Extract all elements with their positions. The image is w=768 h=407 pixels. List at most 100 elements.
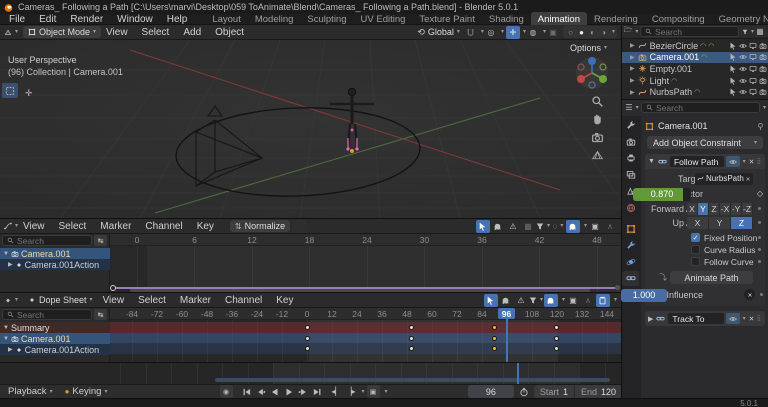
snap-icon[interactable]: ▣ <box>566 294 580 307</box>
expand-icon[interactable]: ▶ <box>630 42 635 49</box>
constraint-enable-eye-icon[interactable] <box>726 156 740 167</box>
menu-view[interactable]: View <box>106 27 128 38</box>
expand-icon[interactable]: ▶ <box>8 261 13 268</box>
options-button[interactable]: Options▾ <box>564 42 613 54</box>
auto-snap-icon[interactable]: ∧ <box>603 220 617 233</box>
checkbox-row-curve-radius[interactable]: Curve Radius <box>691 244 765 255</box>
play-reverse-button[interactable] <box>269 385 281 398</box>
breadcrumb-object[interactable]: Camera.001 <box>658 121 708 131</box>
outliner-item-nurbspath[interactable]: ▶NurbsPath◠ <box>622 86 768 98</box>
next-frame-button[interactable]: ▕▸ <box>345 385 357 398</box>
filter-funnel-icon[interactable]: ▾ <box>529 294 543 307</box>
menu-key[interactable]: Key <box>276 295 293 306</box>
playback-sync-button[interactable]: ▣ <box>367 385 380 398</box>
tab-physics[interactable] <box>622 254 639 269</box>
timeline-scrollbar[interactable] <box>215 378 610 382</box>
keyframe-dot[interactable] <box>492 346 497 351</box>
dope-mode-dropdown[interactable]: Dope Sheet▾ <box>23 294 98 306</box>
start-frame-field[interactable]: Start 1 <box>534 385 574 398</box>
expand-icon[interactable]: ▶ <box>630 77 635 84</box>
keyframe-diamond-icon[interactable]: ◇ <box>757 189 763 198</box>
viewport-visibility-icon[interactable] <box>749 42 757 50</box>
outliner-item-beziercircle[interactable]: ▶BezierCircle◠◠ <box>622 40 768 52</box>
camera-view-icon[interactable] <box>591 131 604 144</box>
axis-option-z[interactable]: Z <box>731 217 753 229</box>
render-visibility-icon[interactable] <box>759 88 767 96</box>
playhead-line[interactable] <box>506 318 508 363</box>
selectable-icon[interactable] <box>729 77 737 85</box>
playback-menu[interactable]: Playback▾ <box>8 386 53 397</box>
offset-factor-slider[interactable]: 0.870 <box>633 188 691 201</box>
current-frame-field[interactable]: 96 <box>468 385 514 398</box>
channel-camera-001[interactable]: ▼Camera.001 <box>0 333 110 344</box>
delete-constraint-icon[interactable] <box>746 155 757 168</box>
properties-search-input[interactable]: Search <box>641 102 760 113</box>
viewport-visibility-icon[interactable] <box>749 53 757 61</box>
editor-type-properties-icon[interactable]: ☰▾ <box>625 101 639 114</box>
menu-marker[interactable]: Marker <box>100 221 131 232</box>
drag-handle-icon[interactable]: ⣿ <box>757 315 762 322</box>
menu-file[interactable]: File <box>9 14 25 25</box>
checkbox[interactable]: ✓ <box>691 233 700 242</box>
axis-option-y[interactable]: Y <box>698 203 709 215</box>
pivot-point-icon[interactable]: ◎ <box>484 26 498 39</box>
render-visibility-icon[interactable] <box>759 65 767 73</box>
filter-funnel-icon[interactable]: ▾ <box>536 220 550 233</box>
animate-dot[interactable] <box>760 293 763 296</box>
render-visibility-icon[interactable] <box>759 42 767 50</box>
next-keyframe-button[interactable] <box>297 385 309 398</box>
keyframe-dot[interactable] <box>409 325 414 330</box>
menu-view[interactable]: View <box>23 221 45 232</box>
menu-marker[interactable]: Marker <box>180 295 211 306</box>
select-box-tool-button[interactable] <box>2 83 18 98</box>
influence-slider[interactable]: 1.000 <box>621 289 667 302</box>
cursor-tool-button[interactable]: ✛ <box>21 86 37 101</box>
channel-filter-toggle[interactable]: ↹ <box>94 309 107 320</box>
animate-dot[interactable] <box>758 207 761 210</box>
channel-camera-001action[interactable]: ▶Camera.001Action <box>0 344 110 355</box>
animate-dot[interactable] <box>758 248 761 251</box>
hide-eye-icon[interactable] <box>739 88 747 96</box>
keyframe-dot[interactable] <box>492 336 497 341</box>
preview-range-stopwatch-icon[interactable] <box>517 385 531 398</box>
auto-snap-icon[interactable]: ∧ <box>581 294 595 307</box>
new-collection-icon[interactable]: ▦ <box>754 25 766 38</box>
end-frame-field[interactable]: End 120 <box>575 385 622 398</box>
pivot-icon[interactable]: ▣ <box>588 220 602 233</box>
perspective-toggle-icon[interactable] <box>591 149 604 162</box>
show-hidden-icon[interactable] <box>499 294 513 307</box>
play-button[interactable] <box>283 385 295 398</box>
keyframe-dot[interactable] <box>305 325 310 330</box>
only-selected-filter-icon[interactable] <box>484 294 498 307</box>
overlays-icon[interactable]: ◍ <box>526 26 540 39</box>
menu-key[interactable]: Key <box>197 221 214 232</box>
menu-help[interactable]: Help <box>167 14 188 25</box>
auto-keyframe-button[interactable]: ◉ <box>220 385 233 398</box>
mode-dropdown[interactable]: Object Mode▾ <box>23 26 101 38</box>
menu-window[interactable]: Window <box>117 14 153 25</box>
expand-icon[interactable]: ▶ <box>630 65 635 72</box>
delete-constraint-icon[interactable] <box>746 312 757 325</box>
outliner-search-input[interactable]: Search <box>640 26 739 37</box>
normalize-toggle[interactable]: ⇅Normalize <box>230 220 290 232</box>
viewport-visibility-icon[interactable] <box>749 88 757 96</box>
tab-output[interactable] <box>622 151 639 166</box>
outliner-filter-icon[interactable]: ▾ <box>742 25 754 38</box>
move-view-hand-icon[interactable] <box>591 113 604 126</box>
dope-ruler[interactable]: -84-72-60-48-36-24-120122436486072841081… <box>110 308 621 320</box>
show-only-selected-keys-icon[interactable]: ▦ <box>521 220 535 233</box>
animate-dot[interactable] <box>758 221 761 224</box>
axis-option-y[interactable]: Y <box>709 217 731 229</box>
show-errors-icon[interactable]: ⚠ <box>506 220 520 233</box>
checkbox-row-follow-curve[interactable]: Follow Curve <box>691 256 765 267</box>
prev-frame-button[interactable]: ◂▏ <box>331 385 343 398</box>
clear-influence-icon[interactable] <box>744 289 755 300</box>
hide-eye-icon[interactable] <box>739 53 747 61</box>
fcurve-keyframe-end[interactable] <box>615 285 620 290</box>
keyframe-dot[interactable] <box>409 336 414 341</box>
keyframe-dot[interactable] <box>305 336 310 341</box>
outliner-item-camera-001[interactable]: ▶Camera.001◠ <box>622 52 768 64</box>
shading-solid-icon[interactable]: ● <box>576 26 587 39</box>
shading-rendered-icon[interactable]: ◑ <box>598 26 609 39</box>
constraint-name-field[interactable]: Follow Path <box>670 156 724 167</box>
